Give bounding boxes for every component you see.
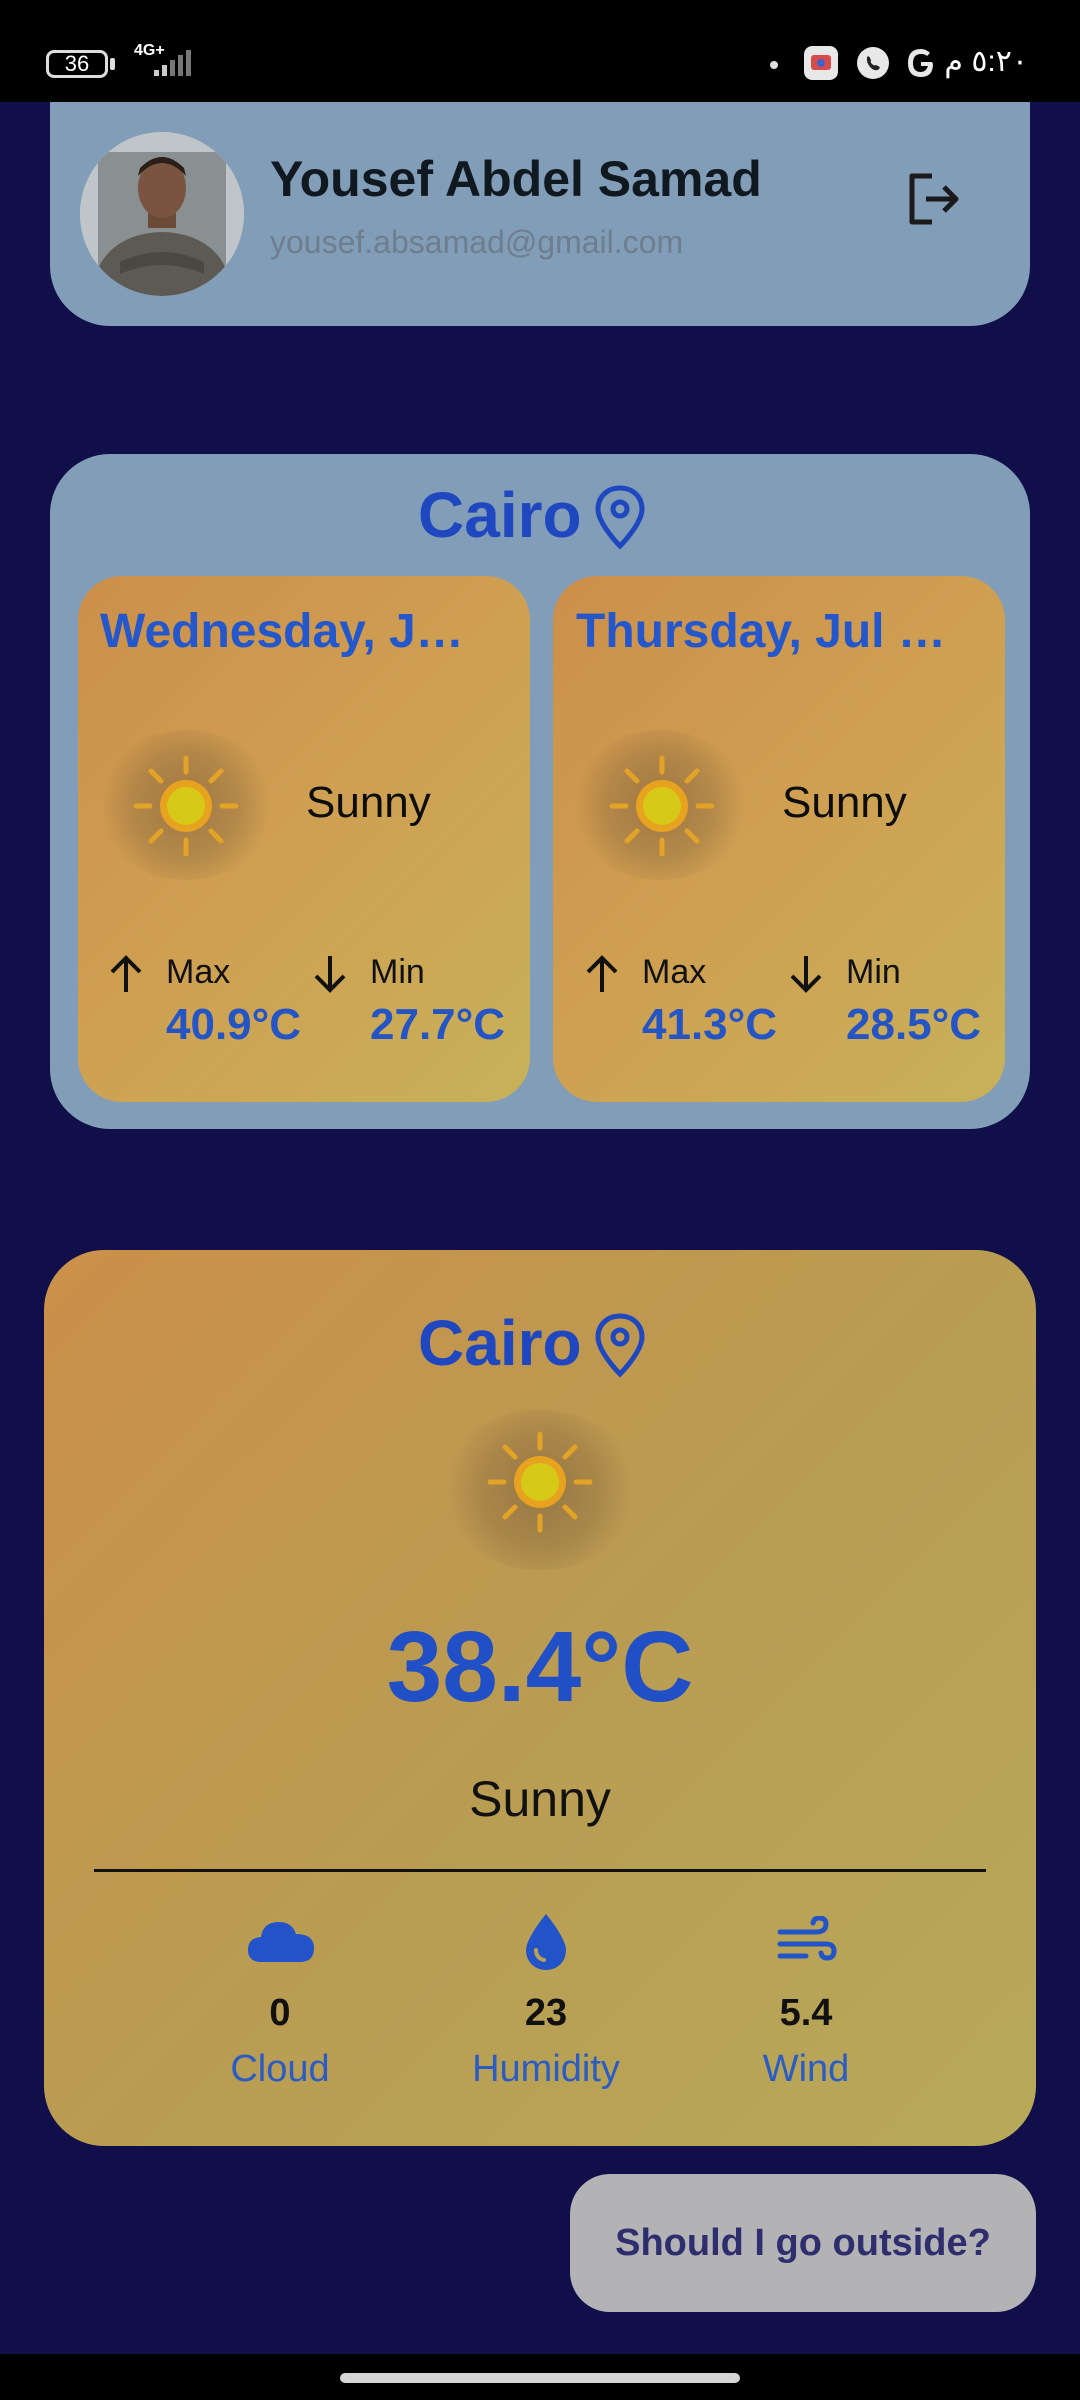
location-pin-icon (595, 1313, 645, 1378)
forecast-day-title: Wednesday, J… (100, 605, 464, 658)
wind-value: 5.4 (779, 1992, 833, 2034)
min-label: Min (370, 953, 425, 991)
user-email: yousef.absamad@gmail.com (270, 224, 684, 260)
arrow-up-icon (110, 955, 142, 992)
arrow-down-icon (790, 956, 822, 993)
humidity-label: Humidity (472, 2048, 620, 2090)
dot-icon (770, 61, 778, 69)
signal-icon (154, 50, 191, 76)
humidity-drop-icon (526, 1914, 566, 1970)
min-label: Min (846, 953, 901, 991)
max-label: Max (166, 953, 231, 991)
status-time: ٥:٢٠ م (944, 45, 1028, 78)
max-temperature: 41.3°C (642, 1000, 778, 1049)
humidity-value: 23 (524, 1992, 568, 2034)
app-icon (804, 46, 838, 80)
current-condition: Sunny (469, 1771, 611, 1827)
current-city: Cairo (418, 1307, 582, 1379)
sun-icon (487, 1431, 593, 1533)
forecast-condition: Sunny (306, 778, 431, 827)
cloud-label: Cloud (230, 2048, 330, 2090)
wind-label: Wind (762, 2048, 850, 2090)
divider (94, 1869, 986, 1872)
arrow-down-icon (314, 956, 346, 993)
google-icon (908, 49, 933, 77)
should-i-go-outside-button[interactable]: Should I go outside? (570, 2174, 1036, 2312)
location-pin-icon (595, 485, 645, 550)
wind-icon (777, 1916, 837, 1961)
sun-icon (133, 755, 239, 857)
avatar-photo (80, 132, 244, 296)
battery-tip (110, 58, 115, 70)
min-temperature: 28.5°C (846, 1000, 982, 1049)
avatar (80, 132, 244, 296)
viber-icon (857, 47, 889, 79)
max-label: Max (642, 953, 707, 991)
forecast-city: Cairo (418, 479, 582, 551)
logout-icon[interactable] (902, 168, 964, 230)
sun-icon (609, 755, 715, 857)
forecast-condition: Sunny (782, 778, 907, 827)
user-name: Yousef Abdel Samad (270, 151, 762, 207)
home-gesture-handle[interactable] (340, 2373, 740, 2383)
battery-indicator: 36 (46, 50, 108, 78)
cloud-icon (248, 1922, 314, 1962)
forecast-day-title: Thursday, Jul … (576, 605, 946, 658)
min-temperature: 27.7°C (370, 1000, 506, 1049)
max-temperature: 40.9°C (166, 1000, 302, 1049)
cloud-value: 0 (269, 1992, 291, 2034)
current-temperature: 38.4°C (386, 1611, 694, 1723)
arrow-up-icon (586, 955, 618, 992)
